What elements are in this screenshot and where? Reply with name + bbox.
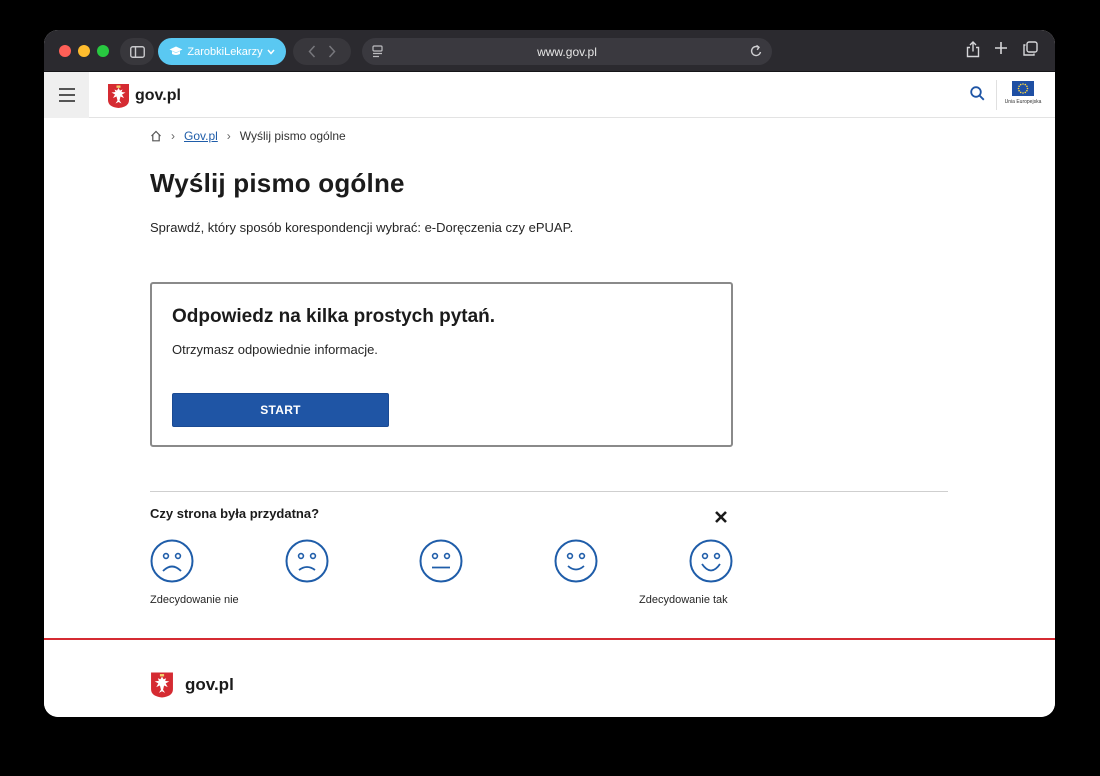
close-icon bbox=[715, 511, 727, 523]
minimize-window-button[interactable] bbox=[78, 45, 90, 57]
eu-flag-icon bbox=[1012, 81, 1034, 96]
page-title: Wyślij pismo ogólne bbox=[150, 168, 405, 198]
hamburger-icon bbox=[58, 88, 75, 90]
very-sad-face-icon[interactable] bbox=[150, 539, 194, 583]
sad-face-icon[interactable] bbox=[285, 539, 329, 583]
close-window-button[interactable] bbox=[59, 45, 71, 57]
eu-logo: Unia Europejska bbox=[1002, 81, 1044, 105]
chevron-right-icon: › bbox=[226, 129, 231, 143]
close-feedback-button[interactable] bbox=[714, 510, 728, 529]
very-happy-face-icon[interactable] bbox=[689, 539, 733, 583]
feedback-label-positive: Zdecydowanie tak bbox=[639, 594, 728, 606]
feedback-question: Czy strona była przydatna? bbox=[150, 506, 320, 521]
logo-text: gov.pl bbox=[135, 87, 181, 104]
tabs-icon bbox=[1023, 41, 1038, 56]
address-bar[interactable]: www.gov.pl bbox=[362, 38, 772, 65]
gov-logo[interactable]: gov.pl bbox=[107, 83, 181, 109]
profile-label: ZarobkiLekarzy bbox=[187, 45, 263, 58]
card-title: Odpowiedz na kilka prostych pytań. bbox=[172, 306, 496, 327]
zoom-window-button[interactable] bbox=[97, 45, 109, 57]
start-card: Odpowiedz na kilka prostych pytań. Otrzy… bbox=[150, 282, 733, 447]
happy-face-icon[interactable] bbox=[554, 539, 598, 583]
site-footer: gov.pl bbox=[44, 638, 1055, 717]
breadcrumb-current: Wyślij pismo ogólne bbox=[239, 129, 346, 143]
eu-caption: Unia Europejska bbox=[1004, 99, 1042, 105]
site-header: gov.pl Unia Europejska bbox=[44, 72, 1055, 118]
header-divider bbox=[996, 80, 997, 110]
plus-icon bbox=[995, 42, 1007, 54]
footer-logo-text: gov.pl bbox=[185, 675, 234, 694]
page-settings-icon[interactable] bbox=[372, 45, 383, 58]
search-button[interactable] bbox=[970, 86, 985, 106]
home-icon[interactable] bbox=[150, 130, 162, 142]
neutral-face-icon[interactable] bbox=[419, 539, 463, 583]
feedback-label-negative: Zdecydowanie nie bbox=[150, 594, 239, 606]
reload-icon[interactable] bbox=[750, 44, 763, 58]
footer-logo[interactable]: gov.pl bbox=[150, 671, 234, 699]
menu-button[interactable] bbox=[44, 72, 89, 118]
tab-overview-button[interactable] bbox=[1023, 41, 1038, 56]
chevron-down-icon bbox=[267, 49, 275, 55]
section-divider bbox=[150, 491, 948, 492]
breadcrumb-link-govpl[interactable]: Gov.pl bbox=[184, 129, 218, 143]
sidebar-toggle-button[interactable] bbox=[120, 38, 154, 65]
browser-toolbar: ZarobkiLekarzy www.gov.pl bbox=[44, 30, 1055, 72]
back-icon[interactable] bbox=[308, 45, 316, 58]
search-icon bbox=[970, 86, 985, 101]
eagle-emblem-icon bbox=[108, 84, 129, 108]
eagle-emblem-icon bbox=[151, 672, 173, 698]
start-button[interactable]: START bbox=[172, 393, 389, 427]
share-button[interactable] bbox=[966, 41, 980, 58]
share-icon bbox=[966, 41, 980, 58]
card-text: Otrzymasz odpowiednie informacje. bbox=[172, 342, 378, 357]
profile-button[interactable]: ZarobkiLekarzy bbox=[158, 38, 286, 65]
browser-window: ZarobkiLekarzy www.gov.pl gov.pl Unia Eu… bbox=[44, 30, 1055, 717]
graduation-cap-icon bbox=[169, 46, 183, 55]
breadcrumb: › Gov.pl › Wyślij pismo ogólne bbox=[150, 129, 346, 143]
history-navigation bbox=[293, 38, 351, 65]
new-tab-button[interactable] bbox=[994, 41, 1008, 55]
forward-icon[interactable] bbox=[328, 45, 336, 58]
page-lead: Sprawdź, który sposób korespondencji wyb… bbox=[150, 220, 574, 235]
url-text: www.gov.pl bbox=[537, 44, 597, 59]
chevron-right-icon: › bbox=[171, 129, 175, 143]
sidebar-icon bbox=[129, 45, 145, 58]
